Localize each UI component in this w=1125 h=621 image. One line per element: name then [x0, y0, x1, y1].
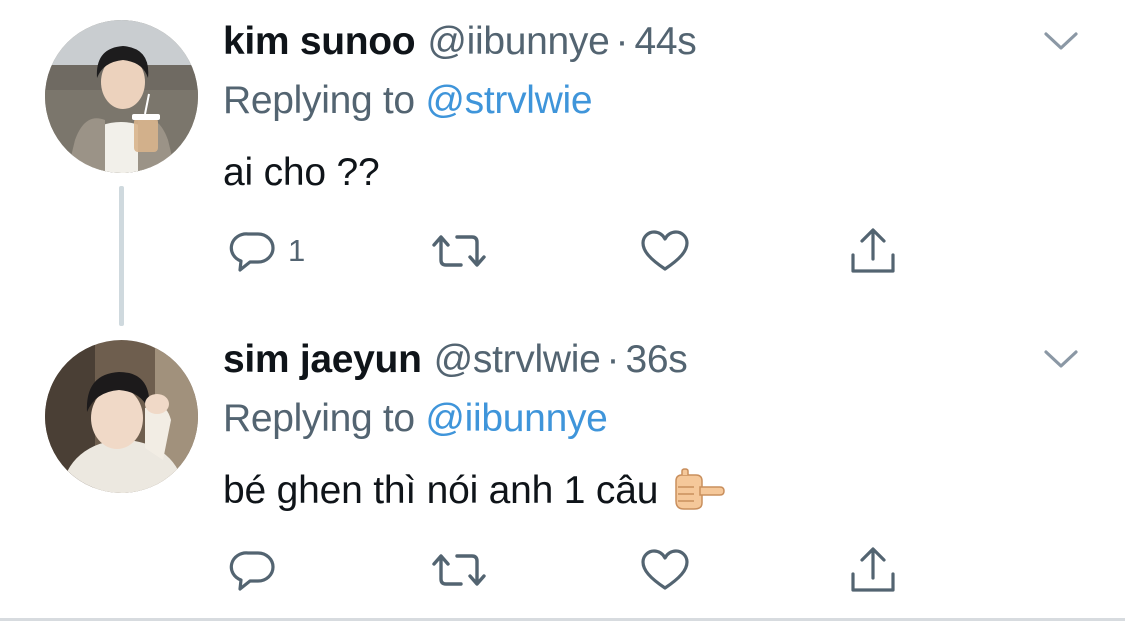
tweet[interactable]: kim sunoo @iibunnye · 44s Replying to @s…	[0, 0, 1125, 326]
replying-to-mention[interactable]: @iibunnye	[425, 397, 607, 440]
retweet-button[interactable]	[431, 226, 487, 276]
share-button[interactable]	[848, 226, 898, 276]
display-name[interactable]: kim sunoo	[223, 17, 416, 67]
reply-bubble-icon	[229, 551, 275, 591]
reply-button[interactable]: 1	[228, 226, 305, 276]
avatar[interactable]	[45, 340, 198, 493]
separator-dot: ·	[606, 338, 620, 381]
like-button[interactable]	[640, 226, 690, 276]
display-name[interactable]: sim jaeyun	[223, 335, 422, 385]
backhand-pointing-right-emoji-icon	[672, 467, 726, 511]
timestamp[interactable]: 44s	[635, 17, 697, 67]
retweet-button[interactable]	[431, 545, 487, 595]
heart-icon	[641, 549, 689, 590]
reply-button[interactable]	[228, 545, 288, 595]
replying-prefix: Replying to	[223, 79, 415, 122]
reply-count: 1	[288, 233, 306, 268]
tweet-actions: 1	[228, 226, 908, 276]
tweet-header: sim jaeyun @strvlwie · 36s	[223, 335, 688, 385]
heart-icon	[641, 230, 689, 271]
avatar-photo-icon	[45, 20, 198, 173]
replying-to-line: Replying to @iibunnye	[223, 394, 608, 444]
replying-to-mention[interactable]: @strvlwie	[425, 79, 592, 122]
thread-connector-line	[119, 186, 124, 326]
tweet-text-line: bé ghen thì nói anh 1 câu	[223, 466, 726, 516]
avatar-photo-icon	[45, 340, 198, 493]
retweet-icon	[432, 235, 486, 267]
avatar[interactable]	[45, 20, 198, 173]
user-handle[interactable]: @strvlwie	[434, 335, 601, 385]
separator-dot: ·	[615, 20, 629, 63]
tweet-text: bé ghen thì nói anh 1 câu	[223, 469, 659, 512]
tweet-header: kim sunoo @iibunnye · 44s	[223, 17, 697, 67]
share-icon	[851, 547, 895, 592]
tweet[interactable]: sim jaeyun @strvlwie · 36s Replying to @…	[0, 318, 1125, 618]
like-button[interactable]	[640, 545, 690, 595]
replying-prefix: Replying to	[223, 397, 415, 440]
timestamp[interactable]: 36s	[626, 335, 688, 385]
more-options-chevron-icon[interactable]	[1042, 346, 1080, 372]
more-options-chevron-icon[interactable]	[1042, 28, 1080, 54]
reply-bubble-icon	[229, 232, 275, 272]
tweet-actions	[228, 545, 908, 595]
replying-to-line: Replying to @strvlwie	[223, 76, 593, 126]
user-handle[interactable]: @iibunnye	[427, 17, 609, 67]
share-button[interactable]	[848, 545, 898, 595]
tweet-text: ai cho ??	[223, 151, 380, 194]
retweet-icon	[432, 554, 486, 586]
share-icon	[851, 228, 895, 273]
